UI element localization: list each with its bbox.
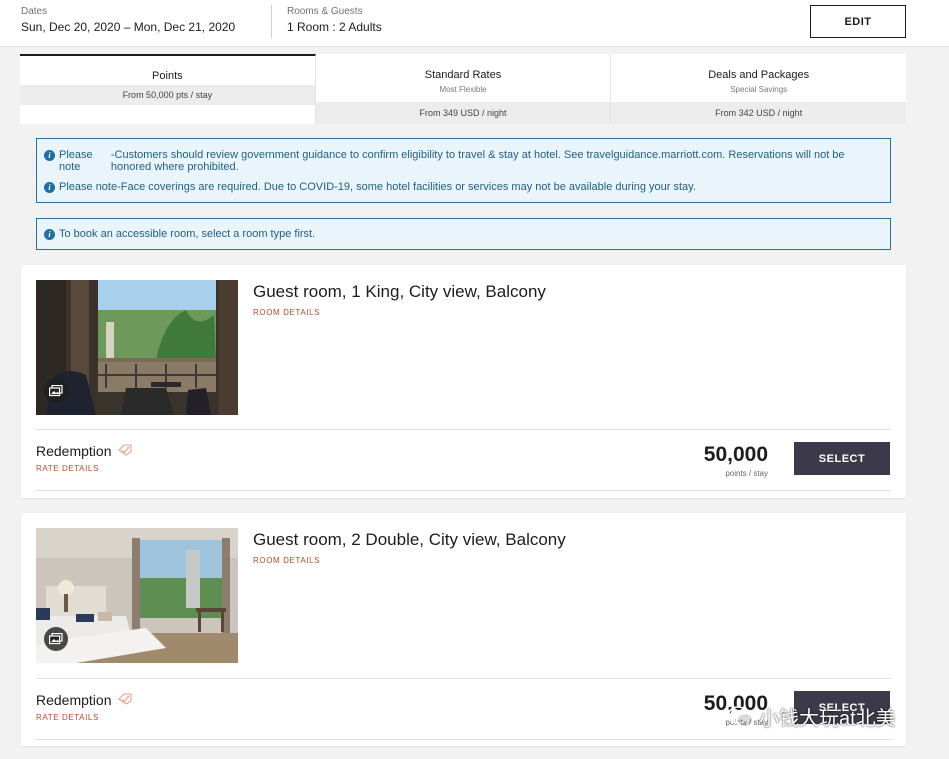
room-title: Guest room, 2 Double, City view, Balcony bbox=[253, 530, 566, 549]
tab-subtitle: Special Savings bbox=[730, 85, 788, 94]
card-divider bbox=[36, 739, 891, 740]
gallery-glyph bbox=[49, 385, 63, 397]
tab-title: Standard Rates bbox=[424, 69, 502, 81]
dates-value: Sun, Dec 20, 2020 – Mon, Dec 21, 2020 bbox=[21, 20, 236, 34]
tab-points[interactable]: Points From 50,000 pts / stay bbox=[20, 54, 316, 124]
rate-details-link[interactable]: RATE DETAILS bbox=[36, 713, 99, 722]
covid-notice: i Please note -Customers should review g… bbox=[36, 138, 891, 203]
notice-row: i To book an accessible room, select a r… bbox=[44, 228, 315, 240]
rate-name-label: Redemption bbox=[36, 692, 112, 708]
gallery-glyph bbox=[49, 633, 63, 645]
room-photo[interactable] bbox=[36, 528, 238, 663]
accessible-room-notice: i To book an accessible room, select a r… bbox=[36, 218, 891, 250]
notice-row: i Please note -Customers should review g… bbox=[44, 149, 884, 173]
notice-text: -Customers should review government guid… bbox=[110, 149, 845, 173]
notice-lead: Please note bbox=[59, 149, 93, 173]
points-value: 50,000 bbox=[703, 443, 768, 466]
tag-glyph bbox=[117, 693, 132, 705]
info-icon: i bbox=[44, 229, 55, 240]
rate-tabs: Points From 50,000 pts / stay Standard R… bbox=[20, 54, 907, 124]
rooms-guests-field[interactable]: Rooms & Guests 1 Room : 2 Adults bbox=[287, 5, 382, 35]
tab-standard-rates[interactable]: Standard Rates Most Flexible From 349 US… bbox=[315, 54, 612, 124]
tab-title: Points bbox=[152, 70, 183, 82]
notice-text: Please note-Face coverings are required.… bbox=[59, 181, 696, 193]
chat-bubble-icon bbox=[727, 705, 754, 727]
tag-icon bbox=[117, 692, 132, 708]
dates-label: Dates bbox=[21, 6, 48, 17]
notice-row: i Please note-Face coverings are require… bbox=[44, 181, 884, 193]
tag-icon bbox=[117, 443, 132, 459]
card-divider bbox=[36, 429, 891, 430]
rooms-guests-label: Rooms & Guests bbox=[287, 6, 363, 17]
tag-glyph bbox=[117, 444, 132, 456]
tab-title: Deals and Packages bbox=[708, 69, 810, 81]
room-photo[interactable] bbox=[36, 280, 238, 415]
notice-text: To book an accessible room, select a roo… bbox=[59, 228, 316, 240]
tab-subtitle: Most Flexible bbox=[439, 85, 487, 94]
gallery-icon[interactable] bbox=[44, 627, 68, 651]
rate-details-link[interactable]: RATE DETAILS bbox=[36, 464, 99, 473]
room-title: Guest room, 1 King, City view, Balcony bbox=[253, 282, 546, 301]
points-unit: points / stay bbox=[725, 469, 768, 478]
info-icon: i bbox=[44, 150, 55, 161]
card-divider bbox=[36, 678, 891, 679]
room-details-link[interactable]: ROOM DETAILS bbox=[253, 308, 320, 317]
room-details-link[interactable]: ROOM DETAILS bbox=[253, 556, 320, 565]
tab-price: From 342 USD / night bbox=[611, 102, 907, 124]
rate-name: Redemption bbox=[36, 443, 132, 459]
watermark: 小钱大玩at北美 bbox=[727, 702, 896, 731]
info-icon: i bbox=[44, 182, 55, 193]
rate-name: Redemption bbox=[36, 692, 132, 708]
dates-field[interactable]: Dates Sun, Dec 20, 2020 – Mon, Dec 21, 2… bbox=[21, 5, 235, 35]
edit-button[interactable]: EDIT bbox=[810, 5, 906, 38]
search-summary-bar: Dates Sun, Dec 20, 2020 – Mon, Dec 21, 2… bbox=[0, 0, 949, 47]
rooms-guests-value: 1 Room : 2 Adults bbox=[287, 20, 382, 34]
rate-name-label: Redemption bbox=[36, 443, 112, 459]
tab-price: From 50,000 pts / stay bbox=[20, 85, 315, 105]
card-divider bbox=[36, 490, 891, 491]
watermark-text: 小钱大玩at北美 bbox=[759, 708, 896, 730]
field-divider bbox=[271, 5, 272, 38]
gallery-icon[interactable] bbox=[44, 379, 68, 403]
select-button[interactable]: SELECT bbox=[794, 442, 890, 475]
tab-price: From 349 USD / night bbox=[315, 102, 611, 124]
tab-deals-packages[interactable]: Deals and Packages Special Savings From … bbox=[611, 54, 907, 124]
room-card: Guest room, 1 King, City view, Balcony R… bbox=[21, 265, 906, 498]
